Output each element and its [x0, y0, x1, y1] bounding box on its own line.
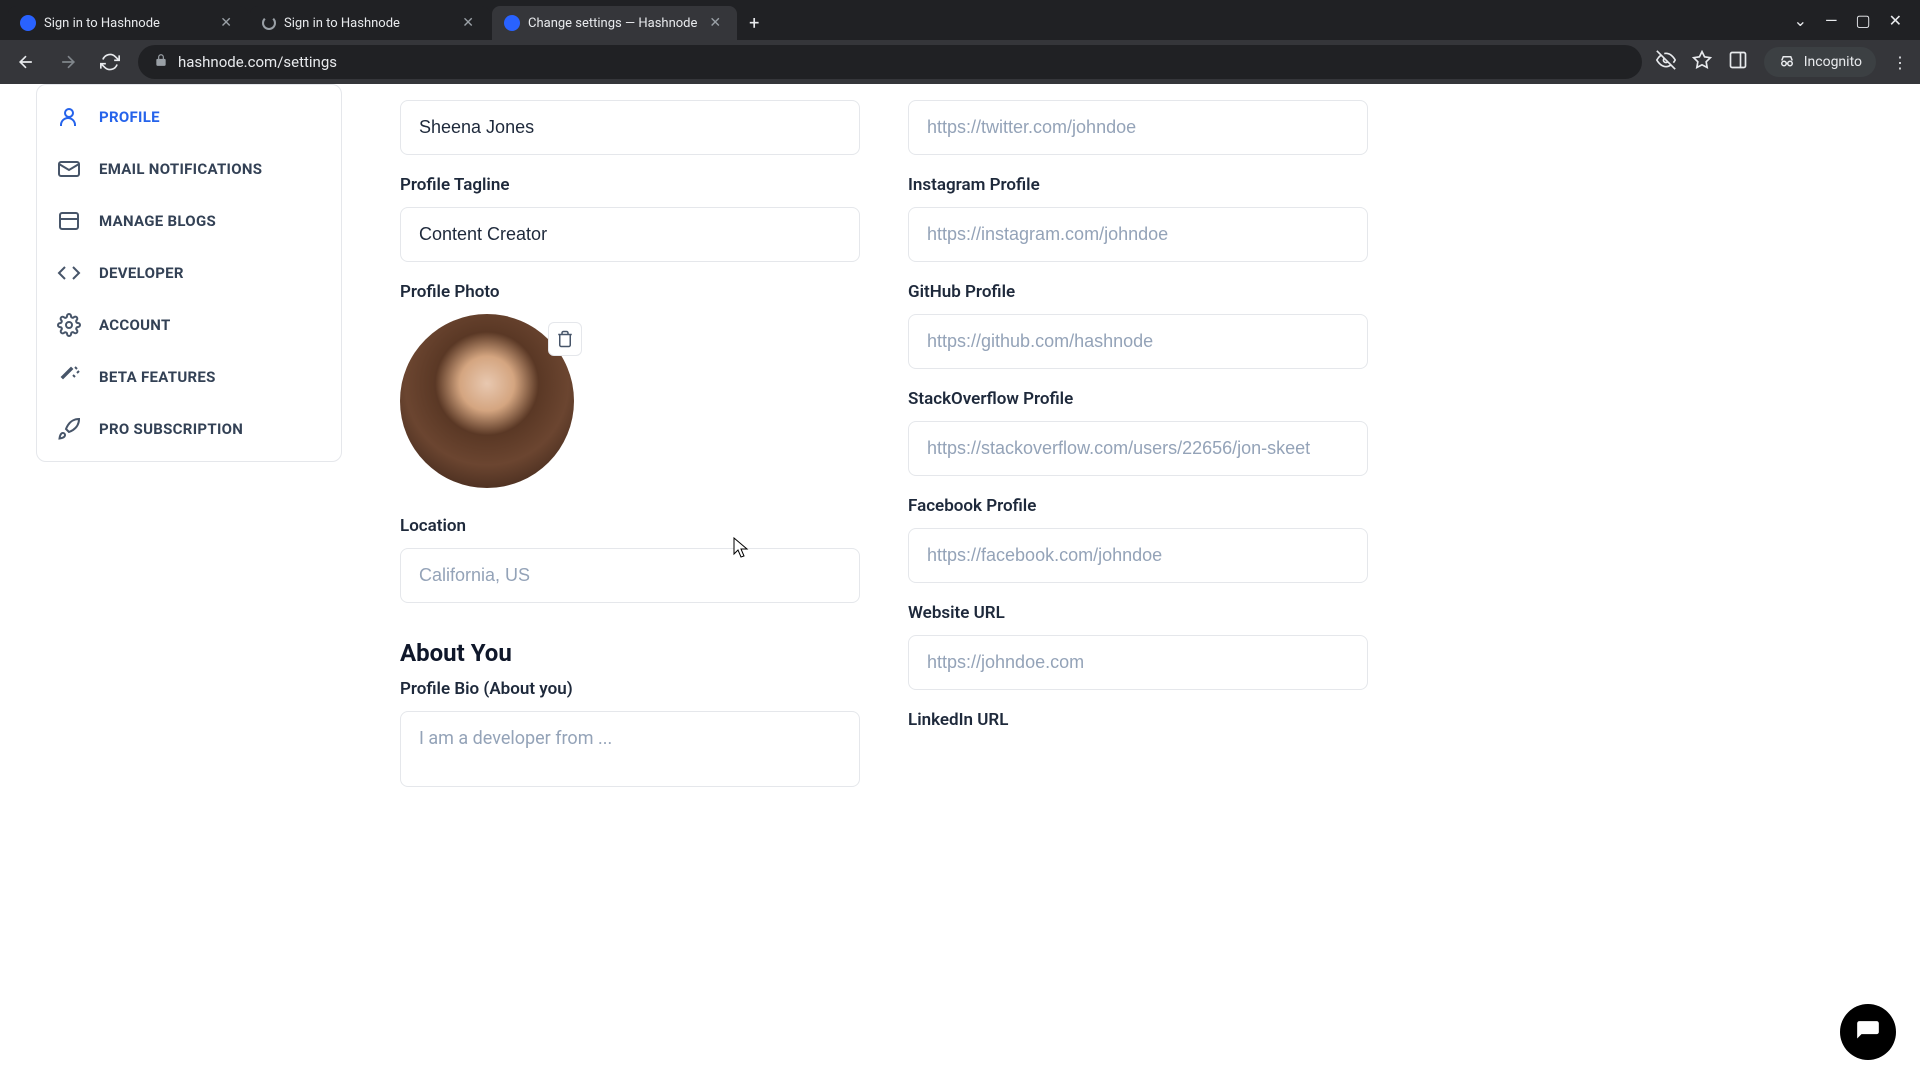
- sidebar-item-label: DEVELOPER: [99, 264, 184, 282]
- user-icon: [57, 105, 81, 129]
- website-input[interactable]: [908, 635, 1368, 690]
- close-tab-icon[interactable]: ✕: [216, 13, 236, 33]
- new-tab-button[interactable]: +: [739, 7, 769, 40]
- close-tab-icon[interactable]: ✕: [458, 13, 478, 33]
- gear-icon: [57, 313, 81, 337]
- chat-widget-button[interactable]: [1840, 1004, 1896, 1060]
- sidebar-item-label: BETA FEATURES: [99, 368, 216, 386]
- code-icon: [57, 261, 81, 285]
- stackoverflow-label: StackOverflow Profile: [908, 389, 1368, 409]
- tab-title: Sign in to Hashnode: [284, 16, 450, 31]
- bookmark-star-icon[interactable]: [1692, 50, 1712, 74]
- delete-photo-button[interactable]: [548, 322, 582, 356]
- url-text: hashnode.com/settings: [178, 53, 337, 71]
- chat-icon: [1855, 1019, 1881, 1045]
- address-bar[interactable]: hashnode.com/settings: [138, 45, 1642, 79]
- browser-tab[interactable]: Sign in to Hashnode ✕: [250, 6, 490, 40]
- trash-icon: [556, 330, 574, 348]
- browser-tab[interactable]: Change settings — Hashnode ✕: [492, 6, 737, 40]
- twitter-input[interactable]: [908, 100, 1368, 155]
- sidebar-item-developer[interactable]: DEVELOPER: [37, 247, 341, 299]
- sidebar-item-pro-subscription[interactable]: PRO SUBSCRIPTION: [37, 403, 341, 455]
- rocket-icon: [57, 417, 81, 441]
- maximize-icon[interactable]: ▢: [1855, 11, 1870, 30]
- menu-icon[interactable]: ⋮: [1892, 53, 1908, 72]
- linkedin-label: LinkedIn URL: [908, 710, 1368, 730]
- reload-button[interactable]: [96, 48, 124, 76]
- tagline-input[interactable]: [400, 207, 860, 262]
- browser-tab-strip: Sign in to Hashnode ✕ Sign in to Hashnod…: [0, 0, 1920, 40]
- facebook-input[interactable]: [908, 528, 1368, 583]
- tagline-label: Profile Tagline: [400, 175, 860, 195]
- sidebar-item-label: PRO SUBSCRIPTION: [99, 420, 243, 438]
- photo-label: Profile Photo: [400, 282, 860, 302]
- incognito-icon: [1778, 53, 1796, 71]
- back-button[interactable]: [12, 48, 40, 76]
- location-label: Location: [400, 516, 860, 536]
- social-column: Instagram Profile GitHub Profile StackOv…: [908, 92, 1368, 1080]
- about-heading: About You: [400, 639, 860, 667]
- instagram-input[interactable]: [908, 207, 1368, 262]
- instagram-label: Instagram Profile: [908, 175, 1368, 195]
- stackoverflow-input[interactable]: [908, 421, 1368, 476]
- bio-textarea[interactable]: [400, 711, 860, 787]
- sidebar-item-label: EMAIL NOTIFICATIONS: [99, 160, 262, 178]
- incognito-badge[interactable]: Incognito: [1764, 47, 1876, 77]
- tab-title: Sign in to Hashnode: [44, 16, 208, 31]
- sidebar-item-label: PROFILE: [99, 108, 160, 126]
- sidebar-item-email-notifications[interactable]: EMAIL NOTIFICATIONS: [37, 143, 341, 195]
- facebook-label: Facebook Profile: [908, 496, 1368, 516]
- sidebar-item-account[interactable]: ACCOUNT: [37, 299, 341, 351]
- hashnode-favicon-icon: [504, 15, 520, 31]
- full-name-input[interactable]: [400, 100, 860, 155]
- settings-form: Profile Tagline Profile Photo Location A…: [360, 84, 1920, 1080]
- sidebar-item-label: MANAGE BLOGS: [99, 212, 216, 230]
- bio-label: Profile Bio (About you): [400, 679, 860, 699]
- github-label: GitHub Profile: [908, 282, 1368, 302]
- close-window-icon[interactable]: ✕: [1889, 11, 1902, 30]
- side-panel-icon[interactable]: [1728, 50, 1748, 74]
- basic-info-column: Profile Tagline Profile Photo Location A…: [400, 92, 860, 1080]
- window-controls: ⌄ — ▢ ✕: [1784, 0, 1912, 40]
- tab-dropdown-icon[interactable]: ⌄: [1794, 11, 1807, 30]
- website-label: Website URL: [908, 603, 1368, 623]
- sidebar-item-manage-blogs[interactable]: MANAGE BLOGS: [37, 195, 341, 247]
- browser-tab[interactable]: Sign in to Hashnode ✕: [8, 6, 248, 40]
- location-input[interactable]: [400, 548, 860, 603]
- sidebar-item-beta-features[interactable]: BETA FEATURES: [37, 351, 341, 403]
- forward-button[interactable]: [54, 48, 82, 76]
- minimize-icon[interactable]: —: [1825, 11, 1838, 30]
- close-tab-icon[interactable]: ✕: [705, 13, 725, 33]
- mail-icon: [57, 157, 81, 181]
- wand-icon: [57, 365, 81, 389]
- sidebar-item-profile[interactable]: PROFILE: [37, 91, 341, 143]
- sidebar-item-label: ACCOUNT: [99, 316, 171, 334]
- tab-title: Change settings — Hashnode: [528, 16, 697, 31]
- github-input[interactable]: [908, 314, 1368, 369]
- hashnode-favicon-icon: [20, 15, 36, 31]
- eye-off-icon[interactable]: [1656, 50, 1676, 74]
- loading-favicon-icon: [262, 16, 276, 30]
- lock-icon: [154, 53, 168, 71]
- settings-sidebar: PROFILE EMAIL NOTIFICATIONS MANAGE BLOGS…: [0, 84, 360, 1080]
- incognito-label: Incognito: [1804, 54, 1862, 70]
- layout-icon: [57, 209, 81, 233]
- browser-toolbar: hashnode.com/settings Incognito ⋮: [0, 40, 1920, 84]
